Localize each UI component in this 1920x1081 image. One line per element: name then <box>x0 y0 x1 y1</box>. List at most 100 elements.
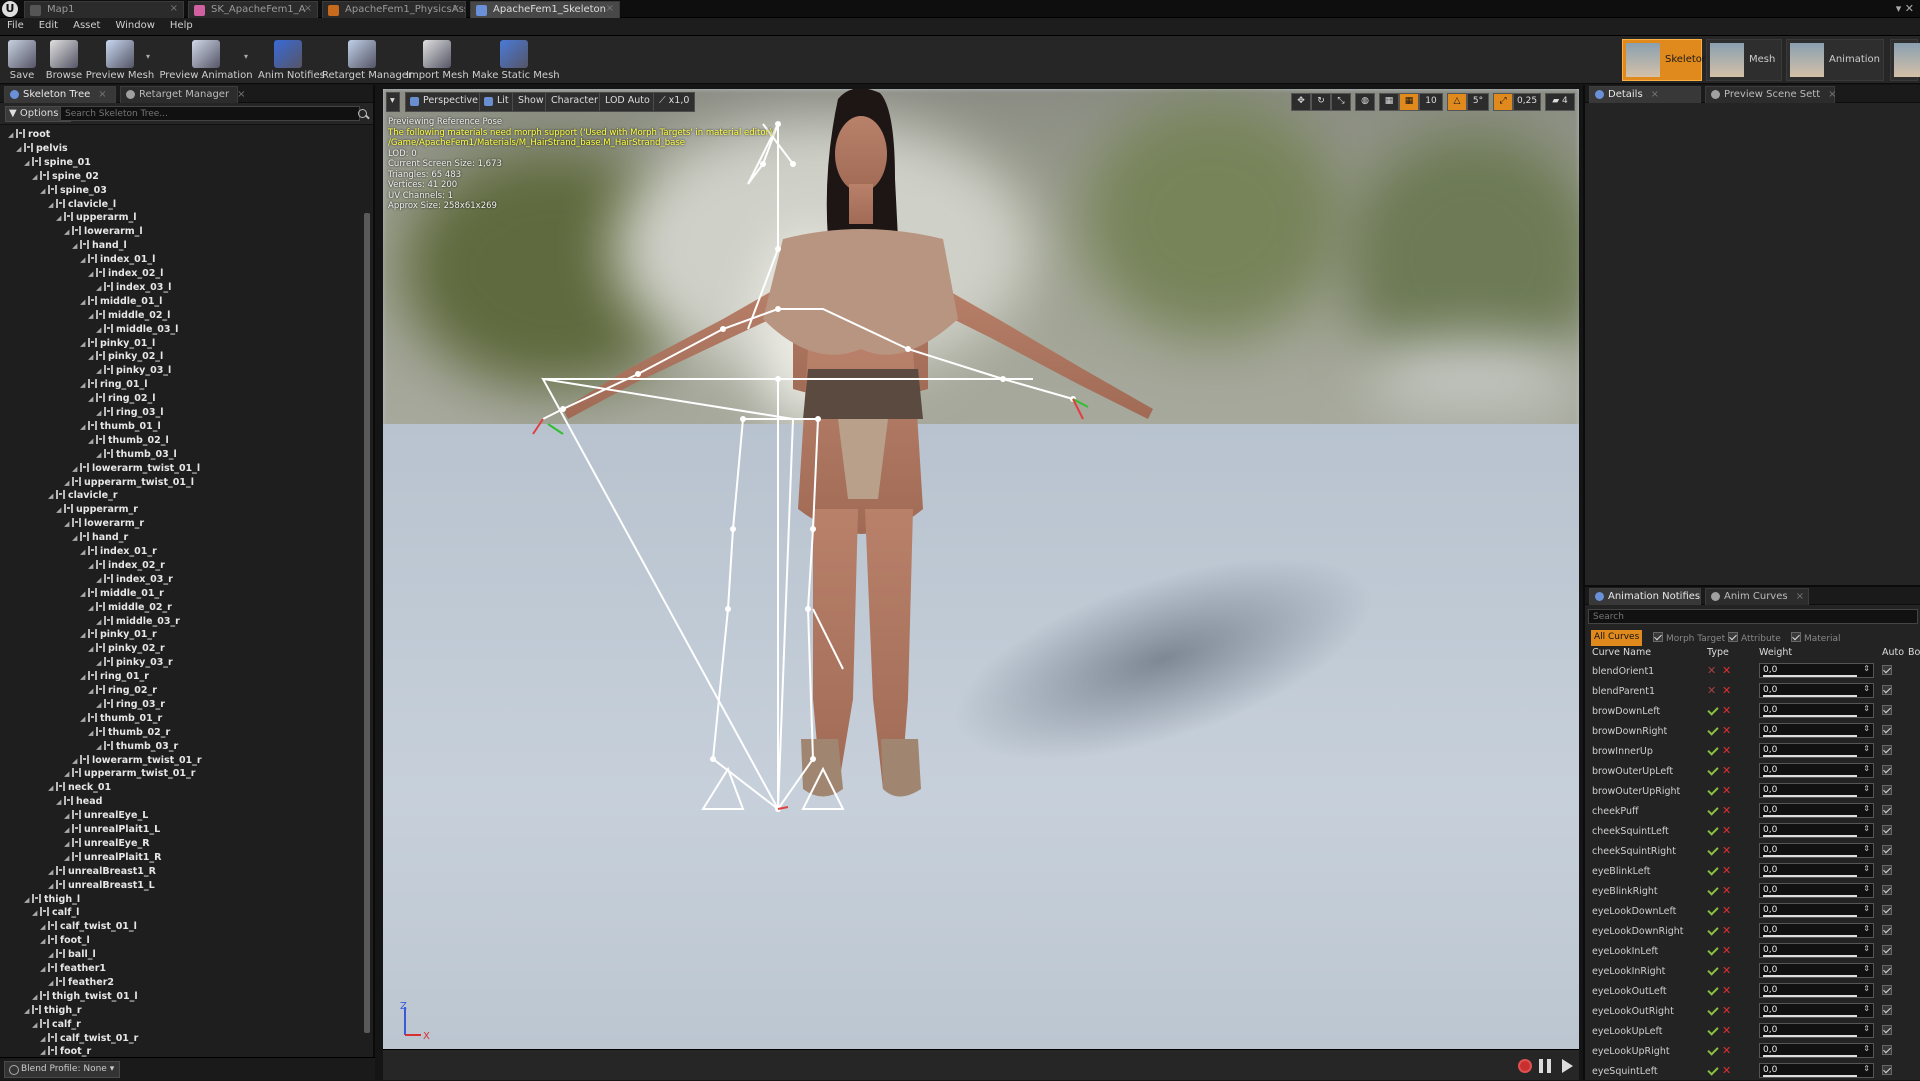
tree-bone-unrealEye_R[interactable]: ◢ unrealEye_R <box>64 837 150 851</box>
tree-bone-feather1[interactable]: ◢ feather1 <box>40 962 106 976</box>
expand-arrow-icon[interactable]: ◢ <box>88 642 96 656</box>
tree-bone-pinky_01_r[interactable]: ◢ pinky_01_r <box>80 628 157 642</box>
expand-arrow-icon[interactable]: ◢ <box>48 948 56 962</box>
auto-checkbox[interactable] <box>1882 785 1892 795</box>
tree-bone-spine_03[interactable]: ◢ spine_03 <box>40 184 107 198</box>
play-button[interactable] <box>1562 1059 1573 1073</box>
panel-tab-anim-curves[interactable]: Anim Curves × <box>1705 588 1809 605</box>
grid-snap-toggle-icon[interactable]: ▦ <box>1399 93 1419 111</box>
weight-spin-arrows-icon[interactable]: ⇕ <box>1863 884 1870 893</box>
tree-bone-calf_l[interactable]: ◢ calf_l <box>32 906 79 920</box>
panel-tab-skeleton-tree[interactable]: Skeleton Tree × <box>4 86 116 103</box>
mode-mesh-button[interactable]: Mesh <box>1706 39 1782 81</box>
tree-bone-ring_02_l[interactable]: ◢ ring_02_l <box>88 392 155 406</box>
expand-arrow-icon[interactable]: ◢ <box>64 767 72 781</box>
scale-snap-toggle-icon[interactable]: ⤢ <box>1493 93 1513 111</box>
weight-spin-arrows-icon[interactable]: ⇕ <box>1863 844 1870 853</box>
material-type-off-icon[interactable]: ✕ <box>1722 904 1731 917</box>
tree-bone-thumb_03_r[interactable]: ◢ thumb_03_r <box>96 740 178 754</box>
morph-target-type-icon[interactable] <box>1707 1025 1718 1036</box>
tree-bone-thigh_twist_01_l[interactable]: ◢ thigh_twist_01_l <box>32 990 138 1004</box>
material-type-off-icon[interactable]: ✕ <box>1722 1044 1731 1057</box>
auto-checkbox[interactable] <box>1882 985 1892 995</box>
curve-weight-input[interactable]: 0,0 ⇕ <box>1759 743 1874 758</box>
expand-arrow-icon[interactable]: ◢ <box>88 434 96 448</box>
tree-bone-upperarm_l[interactable]: ◢ upperarm_l <box>56 211 137 225</box>
material-type-off-icon[interactable]: ✕ <box>1722 704 1731 717</box>
viewport[interactable]: ▾ Perspective Lit Show Character LOD Aut… <box>383 89 1579 1049</box>
menu-help[interactable]: Help <box>163 18 201 31</box>
material-type-off-icon[interactable]: ✕ <box>1722 984 1731 997</box>
expand-arrow-icon[interactable]: ◢ <box>48 976 56 990</box>
expand-arrow-icon[interactable]: ◢ <box>88 601 96 615</box>
curve-weight-slider[interactable] <box>1763 695 1857 697</box>
auto-checkbox[interactable] <box>1882 885 1892 895</box>
curve-weight-slider[interactable] <box>1763 735 1857 737</box>
expand-arrow-icon[interactable]: ◢ <box>24 156 32 170</box>
tree-bone-pinky_03_r[interactable]: ◢ pinky_03_r <box>96 656 173 670</box>
curve-weight-slider[interactable] <box>1763 795 1857 797</box>
panel-tab-preview-scene-sett[interactable]: Preview Scene Sett × <box>1705 86 1837 103</box>
curve-row[interactable]: browOuterUpRight ✕ 0,0 ⇕ <box>1585 781 1920 801</box>
toolbar-import-mesh-button[interactable]: Import Mesh <box>406 37 469 83</box>
expand-arrow-icon[interactable]: ◢ <box>96 406 104 420</box>
weight-spin-arrows-icon[interactable]: ⇕ <box>1863 684 1870 693</box>
curve-weight-slider[interactable] <box>1763 1075 1857 1077</box>
curve-row[interactable]: browDownLeft ✕ 0,0 ⇕ <box>1585 701 1920 721</box>
tree-bone-unrealEye_L[interactable]: ◢ unrealEye_L <box>64 809 148 823</box>
morph-target-type-icon[interactable] <box>1707 865 1718 876</box>
morph-target-off-icon[interactable]: ✕ <box>1707 664 1716 677</box>
perspective-button[interactable]: Perspective <box>405 92 485 112</box>
filter-checkbox[interactable] <box>1728 632 1738 642</box>
menu-file[interactable]: File <box>0 18 32 31</box>
expand-arrow-icon[interactable]: ◢ <box>56 795 64 809</box>
curve-row[interactable]: cheekSquintLeft ✕ 0,0 ⇕ <box>1585 821 1920 841</box>
expand-arrow-icon[interactable]: ◢ <box>48 865 56 879</box>
curve-weight-slider[interactable] <box>1763 675 1857 677</box>
auto-checkbox[interactable] <box>1882 745 1892 755</box>
tree-bone-index_01_r[interactable]: ◢ index_01_r <box>80 545 157 559</box>
tree-bone-spine_02[interactable]: ◢ spine_02 <box>32 170 99 184</box>
weight-spin-arrows-icon[interactable]: ⇕ <box>1863 744 1870 753</box>
tree-bone-index_02_l[interactable]: ◢ index_02_l <box>88 267 163 281</box>
panel-tab-details[interactable]: Details × <box>1589 86 1701 103</box>
expand-arrow-icon[interactable]: ◢ <box>32 906 40 920</box>
auto-checkbox[interactable] <box>1882 905 1892 915</box>
expand-arrow-icon[interactable]: ◢ <box>8 128 16 142</box>
morph-target-type-icon[interactable] <box>1707 1065 1718 1076</box>
expand-arrow-icon[interactable]: ◢ <box>96 698 104 712</box>
expand-arrow-icon[interactable]: ◢ <box>72 462 80 476</box>
material-type-off-icon[interactable]: ✕ <box>1722 664 1731 677</box>
curve-row[interactable]: eyeSquintLeft ✕ 0,0 ⇕ <box>1585 1061 1920 1081</box>
document-tab[interactable]: Map1 × <box>24 1 184 18</box>
morph-target-type-icon[interactable] <box>1707 985 1718 996</box>
tree-bone-middle_01_r[interactable]: ◢ middle_01_r <box>80 587 164 601</box>
tree-bone-thigh_l[interactable]: ◢ thigh_l <box>24 893 80 907</box>
record-button[interactable] <box>1518 1059 1532 1073</box>
tree-bone-thigh_r[interactable]: ◢ thigh_r <box>24 1004 82 1018</box>
expand-arrow-icon[interactable]: ◢ <box>80 587 88 601</box>
close-icon[interactable]: × <box>170 3 178 14</box>
grid-snap-value[interactable]: 10 <box>1419 93 1443 111</box>
tree-bone-lowerarm_r[interactable]: ◢ lowerarm_r <box>64 517 144 531</box>
curve-weight-input[interactable]: 0,0 ⇕ <box>1759 1003 1874 1018</box>
curve-weight-slider[interactable] <box>1763 1055 1857 1057</box>
tree-bone-feather2[interactable]: ◢ feather2 <box>48 976 114 990</box>
morph-target-type-icon[interactable] <box>1707 705 1718 716</box>
curve-row[interactable]: blendParent1 ✕ ✕ 0,0 ⇕ <box>1585 681 1920 701</box>
material-type-off-icon[interactable]: ✕ <box>1722 924 1731 937</box>
expand-arrow-icon[interactable]: ◢ <box>72 531 80 545</box>
expand-arrow-icon[interactable]: ◢ <box>88 350 96 364</box>
tree-bone-spine_01[interactable]: ◢ spine_01 <box>24 156 91 170</box>
curve-weight-input[interactable]: 0,0 ⇕ <box>1759 1043 1874 1058</box>
curve-weight-slider[interactable] <box>1763 1015 1857 1017</box>
expand-arrow-icon[interactable]: ◢ <box>48 879 56 893</box>
tree-bone-foot_r[interactable]: ◢ foot_r <box>40 1045 91 1057</box>
curves-search-input[interactable] <box>1588 609 1918 624</box>
expand-arrow-icon[interactable]: ◢ <box>64 476 72 490</box>
curve-row[interactable]: eyeBlinkRight ✕ 0,0 ⇕ <box>1585 881 1920 901</box>
expand-arrow-icon[interactable]: ◢ <box>88 267 96 281</box>
curve-row[interactable]: eyeLookUpLeft ✕ 0,0 ⇕ <box>1585 1021 1920 1041</box>
curve-row[interactable]: eyeLookInLeft ✕ 0,0 ⇕ <box>1585 941 1920 961</box>
material-type-off-icon[interactable]: ✕ <box>1722 784 1731 797</box>
